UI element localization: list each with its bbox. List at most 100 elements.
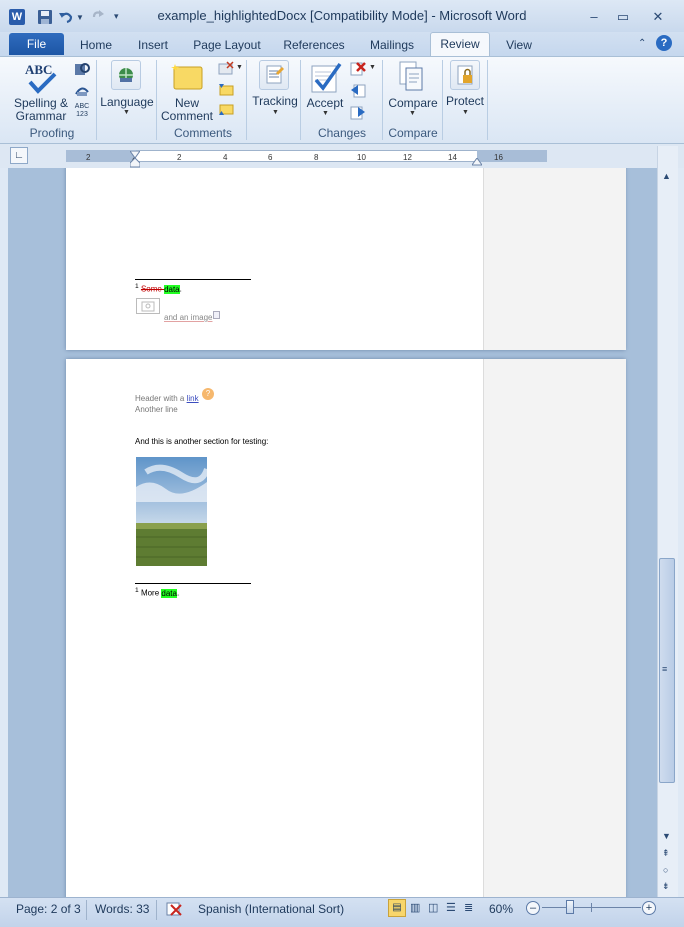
minimize-button[interactable]: – <box>581 8 607 26</box>
group-separator <box>156 60 157 140</box>
compare-dropdown-icon[interactable]: ▼ <box>409 110 416 117</box>
print-layout-view-icon[interactable]: ▤ <box>388 899 406 917</box>
ruler-tick-label: 8 <box>314 153 319 162</box>
footnote-separator <box>135 583 251 584</box>
previous-page-icon[interactable]: ⇞ <box>662 848 670 859</box>
landscape-image[interactable] <box>136 457 207 566</box>
select-browse-object-icon[interactable]: ○ <box>663 865 668 875</box>
protect-icon[interactable] <box>450 60 480 90</box>
header-line-2: Another line <box>135 405 178 414</box>
close-button[interactable]: ✕ <box>645 8 671 26</box>
ruler-tick-label: 2 <box>177 153 182 162</box>
tab-view[interactable]: View <box>500 36 538 56</box>
spelling-grammar-icon[interactable]: ABC <box>22 60 62 96</box>
image-caption: and an image <box>164 313 213 322</box>
ruler-tick-label: 4 <box>223 153 228 162</box>
tab-review[interactable]: Review <box>430 32 490 56</box>
new-comment-button[interactable]: New Comment <box>160 97 214 123</box>
protect-button[interactable]: Protect <box>442 95 488 108</box>
ruler-tick-label: 2 <box>86 153 91 162</box>
outline-view-icon[interactable]: ☰ <box>446 901 456 914</box>
group-separator <box>382 60 383 140</box>
section-text: And this is another section for testing: <box>135 437 269 446</box>
group-separator <box>300 60 301 140</box>
tracking-icon[interactable] <box>259 60 289 90</box>
accept-dropdown-icon[interactable]: ▼ <box>322 110 329 117</box>
scroll-thumb-grip-icon: ≡ <box>662 664 668 674</box>
draft-view-icon[interactable]: ≣ <box>464 901 473 914</box>
scroll-down-icon[interactable]: ▼ <box>662 831 671 841</box>
language-status[interactable]: Spanish (International Sort) <box>198 902 344 916</box>
page-2: Header with a link ? Another line And th… <box>66 359 626 897</box>
zoom-in-button[interactable]: + <box>642 901 656 915</box>
reject-dropdown-icon[interactable]: ▼ <box>369 64 376 71</box>
spelling-grammar-button[interactable]: Spelling & Grammar <box>8 97 74 123</box>
group-label-proofing: Proofing <box>29 126 75 140</box>
tab-references[interactable]: References <box>279 36 349 56</box>
compare-icon[interactable] <box>396 60 426 94</box>
vertical-scrollbar[interactable] <box>657 146 678 897</box>
tab-home[interactable]: Home <box>74 36 118 56</box>
status-separator <box>156 900 157 920</box>
scroll-up-icon[interactable]: ▲ <box>662 171 671 181</box>
tracking-dropdown-icon[interactable]: ▼ <box>272 109 279 116</box>
word-count-status[interactable]: Words: 33 <box>95 902 149 916</box>
delete-comment-icon[interactable] <box>218 61 234 75</box>
word-count-icon[interactable]: ABC 123 <box>73 103 91 121</box>
markup-pane <box>483 359 626 897</box>
zoom-level[interactable]: 60% <box>489 902 513 916</box>
tab-mailings[interactable]: Mailings <box>362 36 422 56</box>
group-separator <box>96 60 97 140</box>
tab-insert[interactable]: Insert <box>131 36 175 56</box>
ruler-tick-label: 6 <box>268 153 273 162</box>
proofing-errors-icon[interactable] <box>165 901 183 917</box>
maximize-button[interactable]: ▭ <box>610 8 636 26</box>
language-dropdown-icon[interactable]: ▼ <box>123 109 130 116</box>
previous-comment-icon[interactable] <box>218 82 234 96</box>
language-button[interactable]: Language <box>98 96 156 109</box>
full-screen-reading-icon[interactable]: ▥ <box>410 901 420 914</box>
image-placeholder-icon <box>136 298 160 314</box>
research-icon[interactable] <box>74 61 90 77</box>
right-indent-marker[interactable] <box>471 155 483 166</box>
left-indent-marker[interactable] <box>129 157 141 168</box>
footnote-text: 1 Some data. <box>135 283 182 294</box>
thesaurus-icon[interactable] <box>74 82 90 98</box>
header-link[interactable]: link <box>187 394 199 403</box>
new-comment-icon[interactable] <box>170 62 204 92</box>
delete-comment-dropdown-icon[interactable]: ▼ <box>236 64 243 71</box>
first-line-indent-marker[interactable] <box>129 148 141 159</box>
next-comment-icon[interactable] <box>218 103 234 117</box>
tab-selector-button[interactable]: ∟ <box>10 147 28 164</box>
next-change-icon[interactable] <box>350 104 366 120</box>
tracking-button[interactable]: Tracking <box>248 95 302 108</box>
compare-button[interactable]: Compare <box>385 97 441 110</box>
zoom-slider-thumb[interactable] <box>566 900 574 914</box>
document-workspace: 1 Some data. and an image Header with a … <box>8 168 657 897</box>
tab-file[interactable]: File <box>9 33 64 55</box>
accept-button[interactable]: Accept <box>302 97 348 110</box>
language-icon[interactable] <box>111 60 141 90</box>
previous-change-icon[interactable] <box>350 82 366 98</box>
footnote-separator <box>135 279 251 280</box>
page-count-status[interactable]: Page: 2 of 3 <box>16 902 81 916</box>
svg-text:ABC: ABC <box>25 62 52 77</box>
next-page-icon[interactable]: ⇟ <box>662 881 670 892</box>
group-label-compare: Compare <box>388 126 438 140</box>
comment-marker-icon[interactable]: ? <box>202 388 214 400</box>
ruler-tick-label: 10 <box>357 153 366 162</box>
zoom-slider-center-tick <box>591 903 592 912</box>
group-label-comments: Comments <box>173 126 232 140</box>
accept-icon[interactable] <box>309 60 343 94</box>
tab-page-layout[interactable]: Page Layout <box>188 36 266 56</box>
protect-dropdown-icon[interactable]: ▼ <box>462 109 469 116</box>
web-layout-icon[interactable]: ◫ <box>428 901 438 914</box>
zoom-out-button[interactable]: – <box>526 901 540 915</box>
ruler-tick-label: 12 <box>403 153 412 162</box>
group-separator <box>487 60 488 140</box>
status-separator <box>86 900 87 920</box>
reject-icon[interactable] <box>350 60 366 76</box>
help-icon[interactable]: ? <box>656 35 672 51</box>
footnote-text: 1 More data. <box>135 587 180 598</box>
minimize-ribbon-icon[interactable]: ⌃ <box>638 38 646 49</box>
